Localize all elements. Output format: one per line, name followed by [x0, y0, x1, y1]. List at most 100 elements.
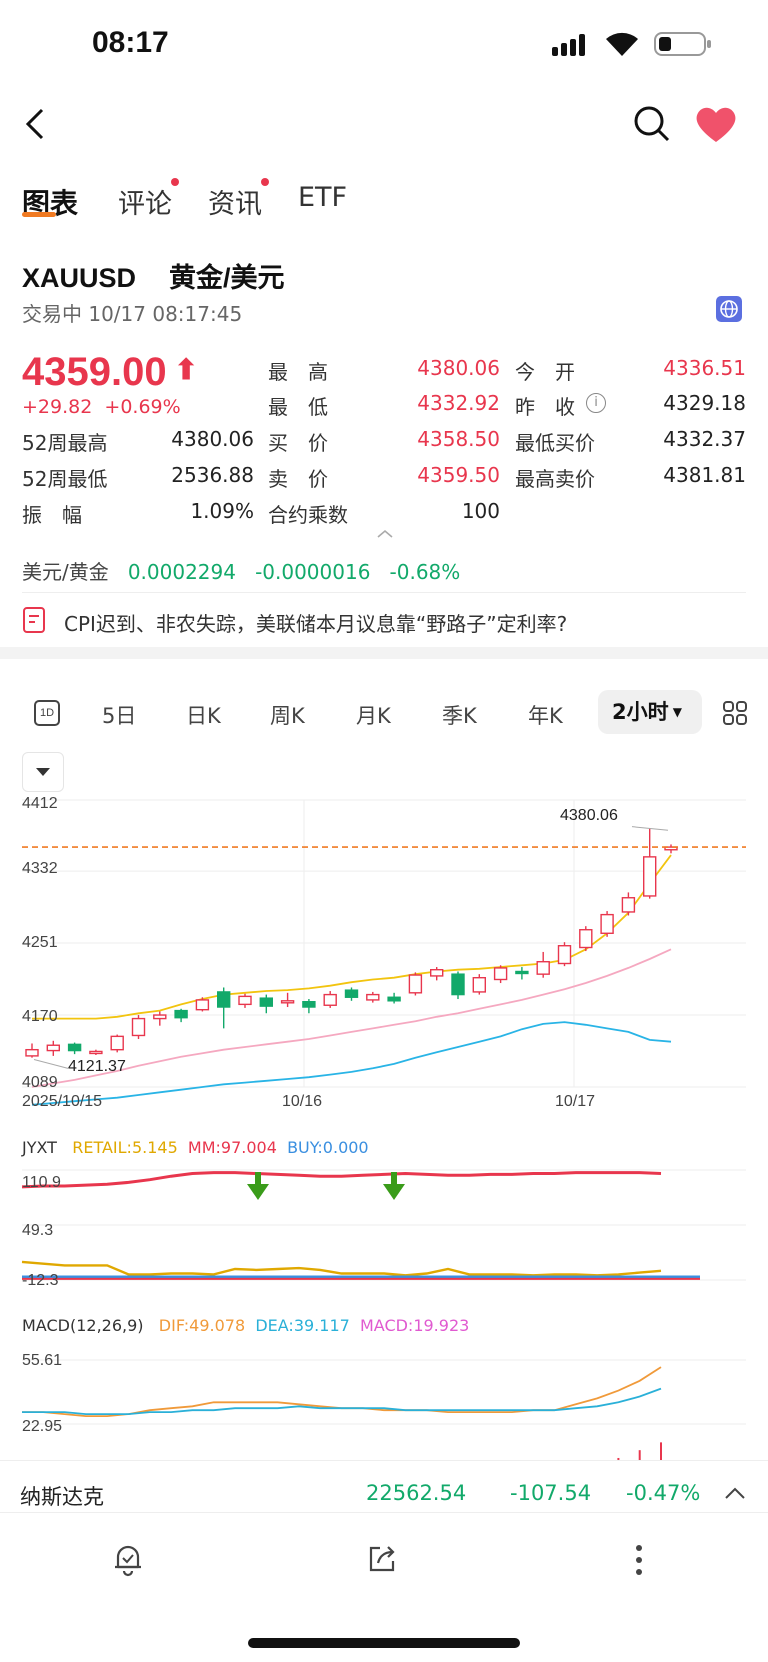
week52-high-label: 52周最高 — [22, 431, 108, 455]
x-tick-1: 2025/10/15 — [22, 1093, 103, 1110]
home-indicator — [248, 1638, 520, 1648]
period-month[interactable]: 月K — [356, 700, 391, 730]
chevron-up-icon[interactable] — [724, 1485, 746, 1499]
ticker-value: 22562.54 — [366, 1481, 467, 1505]
y-tick-4412: 4412 — [22, 795, 58, 812]
bid-value: 4358.50 — [417, 427, 500, 451]
candle-body — [387, 996, 401, 1002]
cross-rate-change: -0.0000016 — [255, 560, 371, 584]
symbol-code: XAUUSD — [22, 263, 137, 293]
candle-body — [302, 1000, 316, 1008]
macd-indicator-chart — [22, 1359, 746, 1460]
jyxt-indicator-chart — [21, 1169, 746, 1281]
y-tick-4089: 4089 — [22, 1074, 58, 1091]
min-bid-label: 最低买价 — [515, 431, 595, 455]
globe-icon[interactable] — [716, 296, 742, 322]
candle-body — [323, 993, 337, 1006]
cross-rate-row: 美元/黄金 0.0002294 -0.0000016 -0.68% — [22, 556, 460, 585]
min-bid-value: 4332.37 — [663, 427, 746, 451]
amplitude-value: 1.09% — [190, 499, 254, 523]
low-label: 最 低 — [268, 395, 328, 419]
bid-label: 买 价 — [268, 431, 328, 455]
candle-body — [216, 991, 231, 1008]
amplitude-label: 振 幅 — [22, 503, 82, 527]
week52-high-value: 4380.06 — [171, 427, 254, 451]
candle-body — [366, 993, 380, 1001]
jyxt-tick-2: 49.3 — [22, 1222, 54, 1239]
open-label: 今 开 — [515, 360, 575, 384]
period-2h-selected[interactable]: 2小时 ▼ — [598, 690, 702, 734]
candle-body — [451, 973, 465, 996]
tab-etf[interactable]: ETF — [298, 182, 347, 213]
prev-close-label: 昨 收 — [515, 395, 575, 419]
y-tick-4251: 4251 — [22, 934, 58, 951]
candle-body — [174, 1009, 188, 1019]
period-day[interactable]: 日K — [186, 700, 221, 730]
high-annotation: 4380.06 — [560, 807, 618, 824]
y-tick-4332: 4332 — [22, 860, 58, 877]
candle-body — [67, 1043, 82, 1052]
candle-body — [493, 967, 508, 981]
more-vertical-icon[interactable] — [632, 1543, 646, 1577]
symbol-title: XAUUSD 黄金/美元 — [22, 256, 285, 295]
week52-low-value: 2536.88 — [171, 463, 254, 487]
tab-comments[interactable]: 评论 — [118, 182, 172, 221]
layout-grid-icon[interactable] — [722, 700, 748, 726]
candle-body — [430, 969, 444, 977]
candle-body — [408, 974, 423, 994]
tab-news[interactable]: 资讯 — [208, 182, 262, 221]
status-time: 08:17 — [92, 26, 169, 59]
candle-body — [25, 1048, 39, 1057]
period-year[interactable]: 年K — [528, 700, 563, 730]
candle-body — [472, 977, 486, 993]
prev-close-value: 4329.18 — [663, 391, 746, 415]
candle-body — [195, 999, 210, 1011]
collapse-chevron-icon[interactable] — [376, 524, 394, 538]
candle-body — [344, 989, 359, 998]
ticker-name: 纳斯达克 — [20, 1485, 104, 1509]
favorite-heart-icon[interactable] — [694, 104, 738, 144]
ma-line-pink — [31, 948, 672, 1088]
search-icon[interactable] — [632, 104, 672, 144]
news-headline[interactable]: CPI迟到、非农失踪，美联储本月议息靠“野路子”定利率? — [64, 608, 567, 637]
open-value: 4336.51 — [663, 356, 746, 380]
period-1d-icon[interactable]: 1D — [34, 700, 60, 726]
candle-body — [600, 913, 614, 934]
macd-legend: MACD(12,26,9) DIF:49.078 DEA:39.117 MACD… — [22, 1316, 470, 1335]
price-alert-bell-icon[interactable] — [112, 1543, 144, 1577]
candle-body — [259, 997, 273, 1007]
green-down-arrow-icon — [383, 1184, 405, 1200]
candle-body — [515, 970, 529, 975]
candle-body — [280, 1000, 295, 1004]
period-week[interactable]: 周K — [270, 700, 305, 730]
week52-low-label: 52周最低 — [22, 467, 108, 491]
battery-icon — [654, 30, 712, 58]
low-value: 4332.92 — [417, 391, 500, 415]
price-change: +29.82 +0.69% — [22, 396, 181, 418]
candle-body — [557, 945, 572, 965]
chart-menu-toggle[interactable] — [22, 752, 64, 792]
tab-comments-dot — [171, 178, 179, 186]
symbol-name: 黄金/美元 — [169, 263, 285, 293]
last-price: 4359.00 ⬆ — [22, 350, 198, 394]
macd-tick-1: 55.61 — [22, 1352, 63, 1369]
high-value: 4380.06 — [417, 356, 500, 380]
candle-body — [621, 897, 636, 913]
multiplier-label: 合约乘数 — [268, 503, 348, 527]
cross-rate-label: 美元/黄金 — [22, 560, 109, 584]
x-tick-3: 10/17 — [555, 1093, 596, 1110]
candle-body — [110, 1035, 124, 1051]
dropdown-arrow-icon: ▼ — [668, 705, 683, 719]
candle-body — [46, 1044, 60, 1052]
candle-body — [153, 1014, 167, 1020]
dea-line — [22, 1387, 662, 1415]
back-icon[interactable] — [20, 104, 50, 144]
up-arrow-icon: ⬆ — [166, 354, 198, 385]
info-icon[interactable]: i — [586, 393, 606, 413]
green-down-arrow-icon — [247, 1184, 269, 1200]
period-5d[interactable]: 5日 — [102, 700, 136, 730]
period-quarter[interactable]: 季K — [442, 700, 477, 730]
tab-news-dot — [261, 178, 269, 186]
share-icon[interactable] — [366, 1543, 398, 1575]
cross-rate-value: 0.0002294 — [127, 560, 236, 584]
